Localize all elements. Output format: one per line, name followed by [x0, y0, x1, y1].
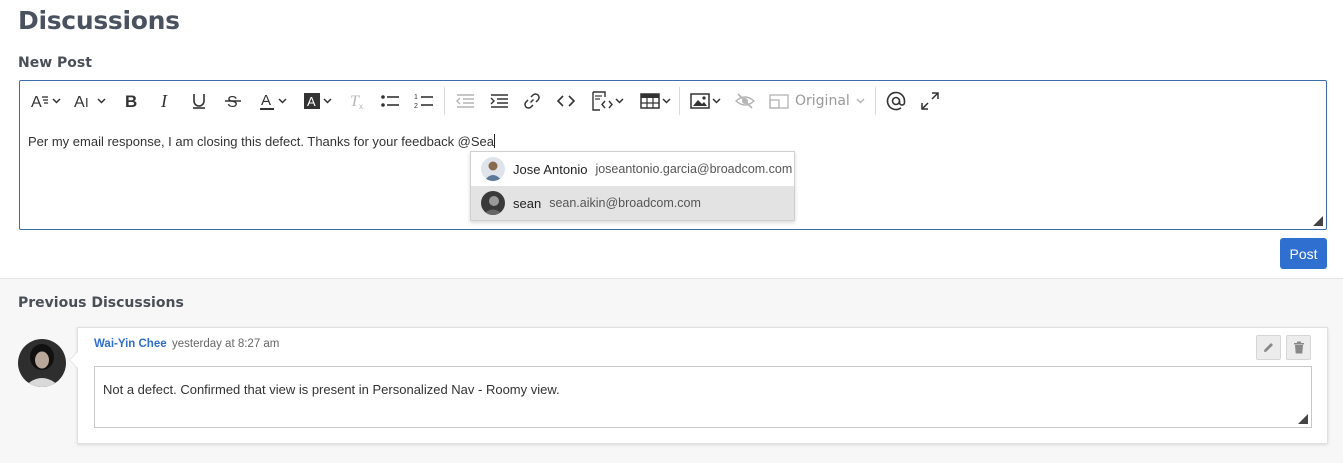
mention-icon — [886, 91, 906, 111]
resize-handle[interactable] — [1298, 414, 1308, 424]
toolbar-separator — [679, 87, 680, 115]
comment-pointer — [70, 352, 78, 368]
svg-text:S: S — [227, 94, 238, 110]
svg-text:A: A — [31, 94, 42, 110]
svg-text:2: 2 — [414, 103, 418, 110]
mention-option[interactable]: Jose Antonio joseantonio.garcia@broadcom… — [471, 152, 794, 186]
svg-text:1: 1 — [414, 94, 418, 101]
fullscreen-icon — [921, 92, 939, 110]
toolbar-separator — [444, 87, 445, 115]
image-resize-label: Original — [795, 93, 850, 109]
code-icon — [557, 95, 575, 107]
previous-discussions-label: Previous Discussions — [18, 295, 184, 311]
mention-button[interactable] — [886, 85, 906, 117]
editor-text: Per my email response, I am closing this… — [28, 134, 495, 149]
mention-suggestions: Jose Antonio joseantonio.garcia@broadcom… — [470, 151, 795, 221]
svg-text:I: I — [160, 92, 168, 110]
new-post-label: New Post — [18, 55, 92, 71]
table-button[interactable] — [640, 85, 671, 117]
mention-email: sean.aikin@broadcom.com — [549, 196, 701, 210]
image-resize-select[interactable]: Original — [769, 85, 865, 117]
clear-formatting-icon: Tx — [350, 93, 363, 110]
paragraph-format-button[interactable]: A — [30, 85, 61, 117]
bold-button[interactable]: B — [122, 85, 140, 117]
chevron-down-icon — [97, 98, 106, 104]
mention-name: sean — [513, 195, 542, 211]
italic-icon: I — [160, 92, 168, 110]
fullscreen-button[interactable] — [920, 85, 940, 117]
svg-text:I: I — [85, 95, 89, 110]
mention-option[interactable]: sean sean.aikin@broadcom.com — [471, 186, 794, 220]
mention-email: joseantonio.garcia@broadcom.com — [595, 162, 793, 176]
chevron-down-icon — [712, 98, 721, 104]
comment-timestamp: yesterday at 8:27 am — [172, 338, 280, 350]
link-button[interactable] — [523, 85, 541, 117]
hide-icon — [735, 93, 755, 109]
background-color-icon: A — [304, 93, 320, 109]
hide-button[interactable] — [735, 85, 755, 117]
outdent-button[interactable] — [455, 85, 475, 117]
bold-icon: B — [125, 92, 137, 110]
svg-text:A: A — [261, 92, 271, 109]
image-button[interactable] — [690, 85, 721, 117]
chevron-down-icon — [662, 98, 671, 104]
comment-author[interactable]: Wai-Yin Chee — [94, 338, 167, 350]
paragraph-format-icon: A — [31, 94, 48, 110]
text-caret — [494, 134, 496, 148]
code-button[interactable] — [557, 85, 575, 117]
post-button[interactable]: Post — [1280, 238, 1327, 269]
svg-text:A: A — [307, 94, 316, 109]
source-editing-icon — [592, 91, 613, 111]
clear-formatting-button[interactable]: Tx — [348, 85, 366, 117]
comment-card: Wai-Yin Chee yesterday at 8:27 am Not a … — [77, 327, 1328, 444]
avatar — [481, 191, 505, 215]
comment-body[interactable]: Not a defect. Confirmed that view is pre… — [94, 366, 1312, 428]
underline-button[interactable] — [190, 85, 208, 117]
indent-icon — [490, 94, 508, 108]
editor-toolbar: A AI B I S A A Tx 1 2 Original — [20, 81, 1326, 121]
underline-icon — [193, 94, 205, 109]
indent-button[interactable] — [489, 85, 509, 117]
image-icon — [690, 93, 710, 109]
outdent-icon — [456, 94, 474, 108]
delete-comment-button[interactable] — [1286, 335, 1311, 360]
text-color-icon: A — [260, 92, 274, 110]
page-title: Discussions — [18, 6, 180, 35]
chevron-down-icon — [856, 98, 865, 104]
strikethrough-button[interactable]: S — [224, 85, 242, 117]
table-icon — [640, 93, 660, 109]
background-color-button[interactable]: A — [303, 85, 332, 117]
svg-text:B: B — [125, 92, 137, 110]
numbered-list-button[interactable]: 12 — [414, 85, 434, 117]
mention-name: Jose Antonio — [513, 161, 588, 177]
source-editing-button[interactable] — [591, 85, 624, 117]
avatar — [481, 157, 505, 181]
resize-handle[interactable] — [1313, 216, 1323, 226]
editor-content[interactable]: Per my email response, I am closing this… — [28, 134, 496, 149]
edit-comment-button[interactable] — [1256, 335, 1281, 360]
avatar — [18, 339, 66, 387]
pencil-icon — [1264, 343, 1273, 352]
link-icon — [524, 93, 540, 109]
chevron-down-icon — [52, 98, 61, 104]
text-color-button[interactable]: A — [258, 85, 287, 117]
bullet-list-icon — [381, 95, 399, 107]
font-size-icon: AI — [74, 94, 89, 110]
trash-icon — [1293, 341, 1304, 354]
toolbar-separator — [874, 87, 876, 115]
chevron-down-icon — [615, 98, 624, 104]
comment-text: Not a defect. Confirmed that view is pre… — [103, 382, 560, 397]
image-resize-icon — [769, 94, 789, 109]
italic-button[interactable]: I — [156, 85, 174, 117]
numbered-list-icon: 12 — [414, 94, 433, 110]
strikethrough-icon: S — [225, 94, 241, 110]
chevron-down-icon — [323, 98, 332, 104]
svg-text:A: A — [74, 94, 85, 110]
font-size-button[interactable]: AI — [73, 85, 106, 117]
svg-text:x: x — [359, 102, 363, 110]
bullet-list-button[interactable] — [380, 85, 400, 117]
chevron-down-icon — [278, 98, 287, 104]
